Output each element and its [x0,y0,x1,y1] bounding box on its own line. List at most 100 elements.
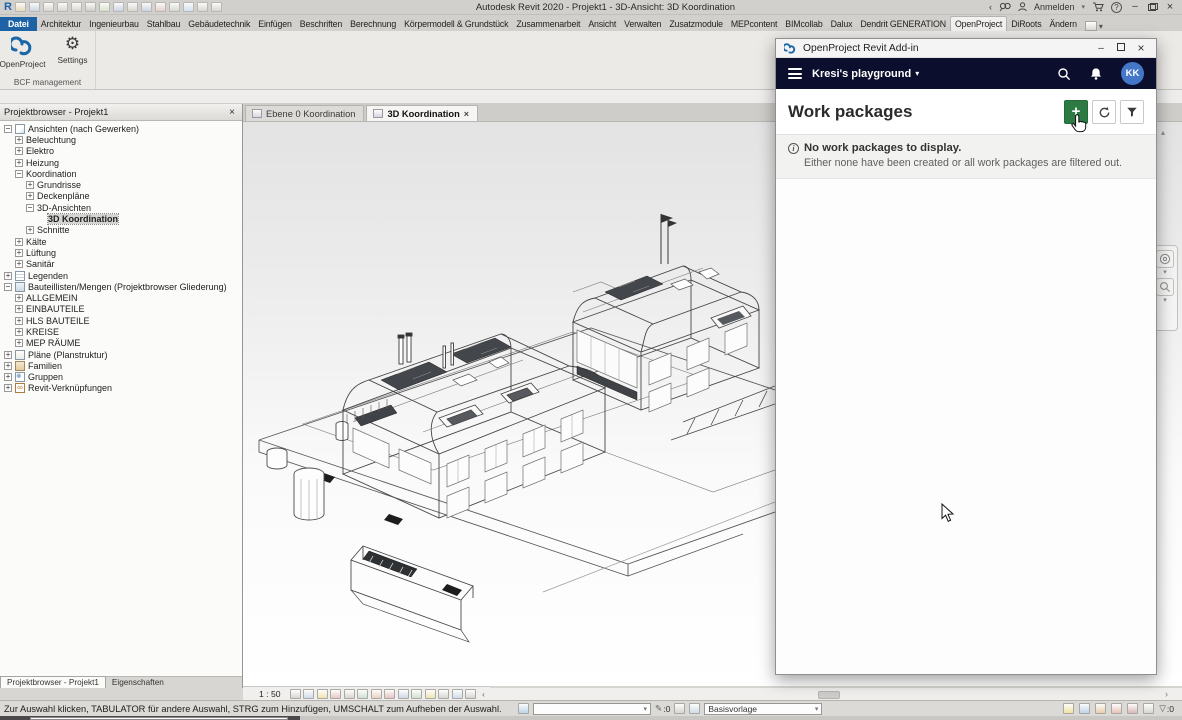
app-store-cart-icon[interactable] [1092,2,1104,12]
ribbon-tab[interactable]: Architektur [37,17,85,31]
modify-toggle-icon[interactable] [1085,21,1097,31]
exclude-options-icon[interactable] [1127,703,1138,714]
minimize-button[interactable]: – [1129,2,1141,12]
op-maximize-button[interactable] [1114,43,1128,54]
tree-expander-icon[interactable]: + [4,384,12,392]
view-tab-close-icon[interactable]: × [464,109,469,119]
editable-only-icon[interactable] [1063,703,1074,714]
search-icon[interactable] [999,2,1011,12]
wheel-options-caret-icon[interactable]: ▾ [1163,270,1167,276]
tree-expander-icon[interactable]: + [15,305,23,313]
tree-item[interactable]: + Beleuchtung [0,134,242,145]
restore-button[interactable] [1148,3,1157,11]
temporary-view-properties-icon[interactable] [398,689,409,699]
ribbon-tab[interactable]: Einfügen [254,17,296,31]
ribbon-tab[interactable]: Ansicht [584,17,620,31]
viewbar-collapse-icon[interactable]: ‹ [482,689,485,699]
tree-item[interactable]: + Grundrisse [0,179,242,190]
show-analytical-model-icon[interactable] [411,689,422,699]
tree-expander-icon[interactable]: + [15,328,23,336]
customize-qat-icon[interactable] [211,2,222,12]
tree-item[interactable]: + HLS BAUTEILE [0,315,242,326]
tree-item[interactable]: + Heizung [0,157,242,168]
worksets-icon[interactable] [1095,703,1106,714]
tree-item[interactable]: + Kälte [0,236,242,247]
tree-expander-icon[interactable]: + [4,373,12,381]
tree-item[interactable]: + ALLGEMEIN [0,292,242,303]
tree-expander-icon[interactable]: + [26,181,34,189]
project-selector[interactable]: Kresi's playground ▾ [812,68,919,80]
project-browser-close-icon[interactable]: × [226,107,238,118]
design-options-icon[interactable] [1111,703,1122,714]
view-tab[interactable]: Ebene 0 Koordination [245,105,364,121]
worksets-icon[interactable] [518,703,529,714]
ribbon-tab[interactable]: Dendrit GENERATION [856,17,950,31]
tree-expander-icon[interactable]: + [15,249,23,257]
menu-hamburger-icon[interactable] [788,68,802,79]
tree-expander-icon[interactable]: + [15,317,23,325]
ribbon-tab[interactable]: Berechnung [346,17,400,31]
ribbon-tab[interactable]: Zusatzmodule [665,17,726,31]
tree-item[interactable]: + MEP RÄUME [0,338,242,349]
signin-label[interactable]: Anmelden [1034,2,1075,12]
user-avatar[interactable]: KK [1121,62,1144,85]
design-options-icon[interactable] [674,703,685,714]
ribbon-tab[interactable]: Beschriften [296,17,346,31]
signin-person-icon[interactable] [1018,2,1027,12]
design-option-select[interactable]: Basisvorlage ▾ [704,703,822,715]
tree-item[interactable]: 3D Koordination [0,213,242,224]
tree-item[interactable]: + Gruppen [0,372,242,383]
tree-expander-icon[interactable]: − [26,204,34,212]
op-window-titlebar[interactable]: OpenProject Revit Add-in – × [776,39,1156,58]
redo-icon[interactable] [71,2,82,12]
add-work-package-button[interactable]: + [1064,100,1088,124]
tree-item[interactable]: + KREISE [0,326,242,337]
tree-expander-icon[interactable]: + [15,147,23,155]
tree-item[interactable]: + Elektro [0,146,242,157]
link-graphics-icon[interactable] [1079,703,1090,714]
temporary-hide-isolate-icon[interactable] [371,689,382,699]
sun-path-icon[interactable] [317,689,328,699]
tree-item[interactable]: + Revit-Verknüpfungen [0,383,242,394]
press-drag-icon[interactable] [1143,703,1154,714]
shadows-off-icon[interactable] [330,689,341,699]
refresh-button[interactable] [1092,100,1116,124]
tree-item[interactable]: + EINBAUTEILE [0,304,242,315]
ribbon-tab[interactable]: DiRoots [1007,17,1045,31]
3d-view-icon[interactable] [141,2,152,12]
tree-expander-icon[interactable]: + [15,238,23,246]
tree-item[interactable]: + Sanitär [0,259,242,270]
view-tab[interactable]: 3D Koordination × [366,105,478,121]
ribbon-tab[interactable]: Stahlbau [143,17,185,31]
ribbon-tab[interactable]: Ingenieurbau [85,17,143,31]
aligned-dimension-icon[interactable] [113,2,124,12]
thin-lines-icon[interactable] [169,2,180,12]
tree-expander-icon[interactable]: + [4,272,12,280]
zoom-tool-icon[interactable] [1156,278,1174,296]
op-close-button[interactable]: × [1134,41,1148,55]
panel-tab[interactable]: Eigenschaften [106,677,170,688]
close-button[interactable]: × [1164,2,1176,12]
reveal-hidden-elements-icon[interactable] [384,689,395,699]
reveal-constraints-icon[interactable] [438,689,449,699]
openproject-button[interactable]: OpenProject [1,34,45,76]
ribbon-tab[interactable]: MEPcontent [727,17,781,31]
ribbon-tab[interactable]: Datei [0,17,37,31]
highlight-displacement-icon[interactable] [425,689,436,699]
text-icon[interactable] [127,2,138,12]
tree-expander-icon[interactable]: + [15,339,23,347]
sync-with-central-icon[interactable] [43,2,54,12]
tree-expander-icon[interactable]: + [26,192,34,200]
worksharing-display-icon[interactable] [452,689,463,699]
ribbon-tab[interactable]: OpenProject [950,16,1007,31]
panel-tab[interactable]: Projektbrowser - Projekt1 [0,676,106,688]
tree-item[interactable]: − Ansichten (nach Gewerken) [0,123,242,134]
default-3d-icon[interactable] [183,2,194,12]
tree-item[interactable]: − Bauteillisten/Mengen (Projektbrowser G… [0,281,242,292]
tree-expander-icon[interactable]: + [15,136,23,144]
main-model-icon[interactable] [689,703,700,714]
active-workset-select[interactable]: ▾ [533,703,651,715]
measure-icon[interactable] [99,2,110,12]
detail-level-icon[interactable] [290,689,301,699]
tree-expander-icon[interactable]: + [15,159,23,167]
